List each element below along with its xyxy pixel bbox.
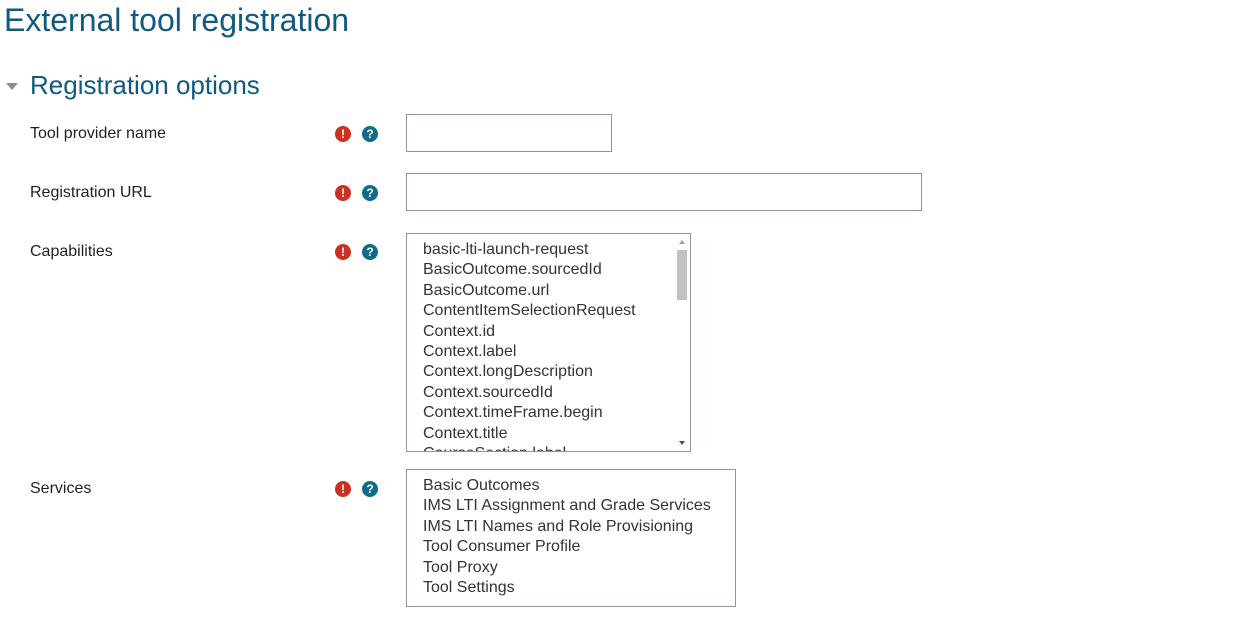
option-item[interactable]: Context.timeFrame.begin: [407, 403, 690, 423]
option-item[interactable]: Context.sourcedId: [407, 383, 690, 403]
scroll-up-icon[interactable]: [679, 240, 685, 244]
option-item[interactable]: basic-lti-launch-request: [407, 240, 690, 260]
field-services: Services !? Basic Outcomes IMS LTI Assign…: [30, 469, 736, 607]
scrollbar[interactable]: [674, 234, 690, 451]
option-item[interactable]: Context.title: [407, 424, 690, 444]
option-item[interactable]: Basic Outcomes: [407, 476, 735, 496]
option-item[interactable]: Tool Settings: [407, 578, 735, 598]
field-label: Capabilities: [30, 243, 113, 260]
section-title[interactable]: Registration options: [30, 70, 260, 101]
option-item[interactable]: Context.id: [407, 322, 690, 342]
option-item[interactable]: BasicOutcome.sourcedId: [407, 260, 690, 280]
option-item[interactable]: ContentItemSelectionRequest: [407, 301, 690, 321]
option-item[interactable]: CourseSection.label: [407, 444, 690, 451]
help-icon[interactable]: ?: [362, 481, 378, 497]
help-icon[interactable]: ?: [362, 126, 378, 142]
field-label: Tool provider name: [30, 125, 167, 142]
scroll-thumb[interactable]: [677, 250, 687, 300]
option-item[interactable]: Context.longDescription: [407, 362, 690, 382]
option-item[interactable]: Tool Consumer Profile: [407, 537, 735, 557]
section-registration-options[interactable]: Registration options: [6, 70, 260, 101]
field-registration-url: Registration URL !?: [30, 173, 922, 211]
registration-url-input[interactable]: [406, 173, 922, 211]
required-icon: !: [335, 244, 351, 260]
field-label: Services: [30, 480, 92, 497]
required-icon: !: [335, 185, 351, 201]
field-capabilities: Capabilities !? basic-lti-launch-request…: [30, 233, 691, 452]
collapse-caret-icon[interactable]: [6, 83, 18, 90]
page-title: External tool registration: [4, 2, 350, 38]
help-icon[interactable]: ?: [362, 244, 378, 260]
capabilities-multiselect[interactable]: basic-lti-launch-request BasicOutcome.sou…: [406, 233, 691, 452]
option-item[interactable]: Tool Proxy: [407, 558, 735, 578]
required-icon: !: [335, 126, 351, 142]
scroll-down-icon[interactable]: [679, 441, 685, 445]
field-tool-provider-name: Tool provider name !?: [30, 114, 612, 152]
option-item[interactable]: IMS LTI Assignment and Grade Services: [407, 496, 735, 516]
required-icon: !: [335, 481, 351, 497]
option-item[interactable]: Context.label: [407, 342, 690, 362]
field-label: Registration URL: [30, 184, 152, 201]
services-multiselect[interactable]: Basic Outcomes IMS LTI Assignment and Gra…: [406, 469, 736, 607]
tool-provider-name-input[interactable]: [406, 114, 612, 152]
help-icon[interactable]: ?: [362, 185, 378, 201]
option-item[interactable]: BasicOutcome.url: [407, 281, 690, 301]
option-item[interactable]: IMS LTI Names and Role Provisioning: [407, 517, 735, 537]
